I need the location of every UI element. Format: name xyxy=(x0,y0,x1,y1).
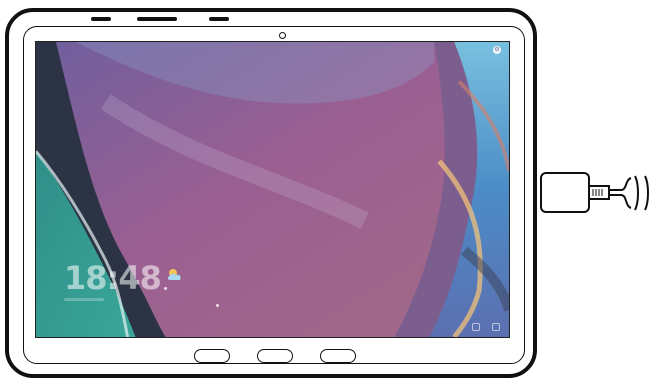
power-button[interactable] xyxy=(137,17,177,21)
back-button[interactable] xyxy=(320,349,356,363)
side-key[interactable] xyxy=(209,17,229,21)
settings-icon[interactable]: ⚙ xyxy=(493,46,501,54)
stage: ⚙ 18:48 xyxy=(0,0,654,382)
phone-shortcut-icon[interactable] xyxy=(492,323,500,331)
front-camera-icon xyxy=(279,32,286,39)
charging-cable xyxy=(588,175,649,211)
camera-shortcut-icon[interactable] xyxy=(472,323,480,331)
lockscreen-date xyxy=(64,298,104,301)
recent-apps-button[interactable] xyxy=(194,349,230,363)
home-button[interactable] xyxy=(257,349,293,363)
partly-cloudy-icon xyxy=(167,269,181,280)
tablet-screen[interactable]: ⚙ 18:48 xyxy=(35,41,510,338)
location-icon xyxy=(164,287,167,290)
volume-button[interactable] xyxy=(91,17,111,21)
usb-c-connector-icon xyxy=(540,172,590,213)
lockscreen-clock: 18:48 xyxy=(64,259,162,297)
heart-icon xyxy=(216,304,219,307)
